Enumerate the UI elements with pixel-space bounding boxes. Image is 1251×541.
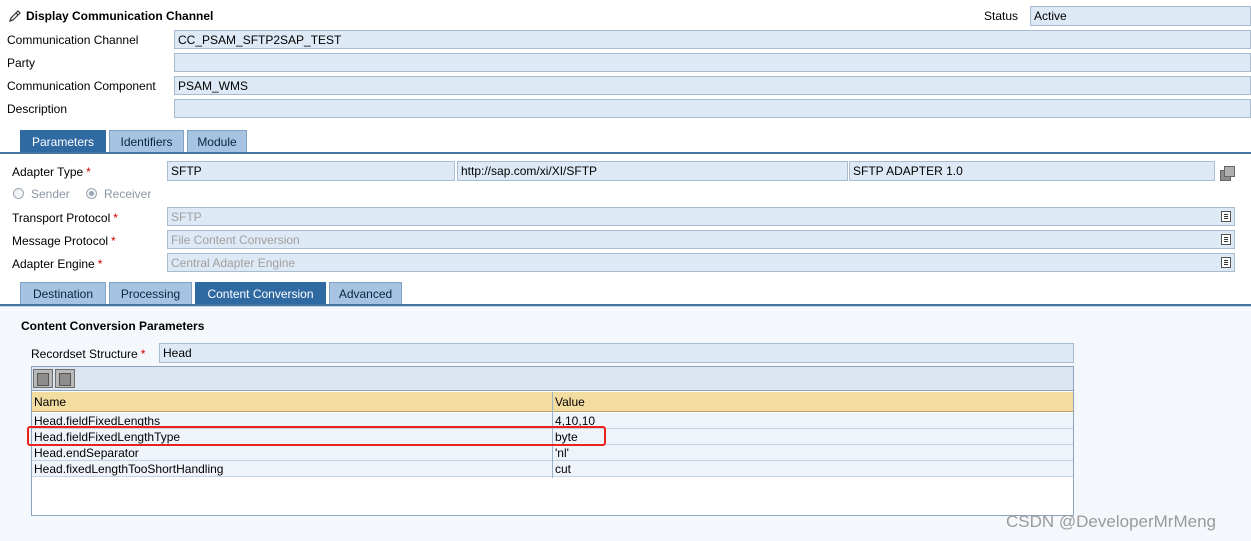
component-label: Communication Component	[7, 79, 156, 93]
watermark: CSDN @DeveloperMrMeng	[1006, 512, 1216, 531]
description-field[interactable]	[174, 99, 1251, 118]
display-pencil-icon	[9, 10, 21, 22]
add-row-button[interactable]	[33, 369, 53, 388]
tab-advanced[interactable]: Advanced	[329, 282, 402, 304]
column-header-name[interactable]: Name	[32, 395, 66, 409]
status-field: Active	[1030, 6, 1251, 26]
adapter-type-swcv-field[interactable]: SFTP ADAPTER 1.0	[849, 161, 1215, 181]
description-label: Description	[7, 102, 68, 116]
adapter-type-label: Adapter Type *	[12, 165, 91, 179]
receiver-radio[interactable]	[86, 188, 97, 199]
tab-label: Parameters	[31, 135, 95, 149]
row-name: Head.endSeparator	[34, 446, 139, 460]
list-dropdown-icon[interactable]	[1221, 234, 1231, 245]
adapter-engine-select[interactable]: Central Adapter Engine	[167, 253, 1235, 272]
tab-destination[interactable]: Destination	[20, 282, 106, 304]
tab-label: Identifiers	[120, 135, 173, 149]
message-protocol-select[interactable]: File Content Conversion	[167, 230, 1235, 249]
component-field[interactable]: PSAM_WMS	[174, 76, 1251, 95]
tab-module[interactable]: Module	[187, 130, 247, 152]
channel-field[interactable]: CC_PSAM_SFTP2SAP_TEST	[174, 30, 1251, 49]
required-marker: *	[86, 165, 91, 179]
copy-icon[interactable]	[1220, 166, 1235, 181]
adapter-type-namespace-field[interactable]: http://sap.com/xi/XI/SFTP	[457, 161, 848, 181]
transport-protocol-select[interactable]: SFTP	[167, 207, 1235, 226]
receiver-label: Receiver	[104, 187, 152, 201]
tab-label: Module	[197, 135, 237, 149]
recordset-label: Recordset Structure *	[31, 347, 146, 361]
party-field[interactable]	[174, 53, 1251, 72]
tab-parameters[interactable]: Parameters	[20, 130, 106, 152]
column-header-value[interactable]: Value	[553, 395, 585, 409]
tab-identifiers[interactable]: Identifiers	[109, 130, 184, 152]
channel-label: Communication Channel	[7, 33, 139, 47]
recordset-field[interactable]: Head	[159, 343, 1074, 363]
adapter-type-name-field[interactable]: SFTP	[167, 161, 455, 181]
sender-label: Sender	[31, 187, 70, 201]
section-title: Content Conversion Parameters	[21, 319, 205, 333]
message-protocol-label: Message Protocol *	[12, 234, 116, 248]
page-title: Display Communication Channel	[26, 9, 214, 23]
table-toolbar	[32, 367, 1073, 391]
transport-protocol-label: Transport Protocol *	[12, 211, 118, 225]
adapter-engine-label: Adapter Engine *	[12, 257, 103, 271]
party-label: Party	[7, 56, 36, 70]
sender-radio[interactable]	[13, 188, 24, 199]
remove-row-button[interactable]	[55, 369, 75, 388]
row-name: Head.fixedLengthTooShortHandling	[34, 462, 224, 476]
tab-content-conversion[interactable]: Content Conversion	[195, 282, 326, 304]
list-dropdown-icon[interactable]	[1221, 211, 1231, 222]
highlight-box	[27, 426, 606, 446]
list-dropdown-icon[interactable]	[1221, 257, 1231, 268]
row-value: 'nl'	[555, 446, 569, 460]
status-label: Status	[984, 9, 1019, 23]
row-value: cut	[555, 462, 572, 476]
tab-processing[interactable]: Processing	[109, 282, 192, 304]
